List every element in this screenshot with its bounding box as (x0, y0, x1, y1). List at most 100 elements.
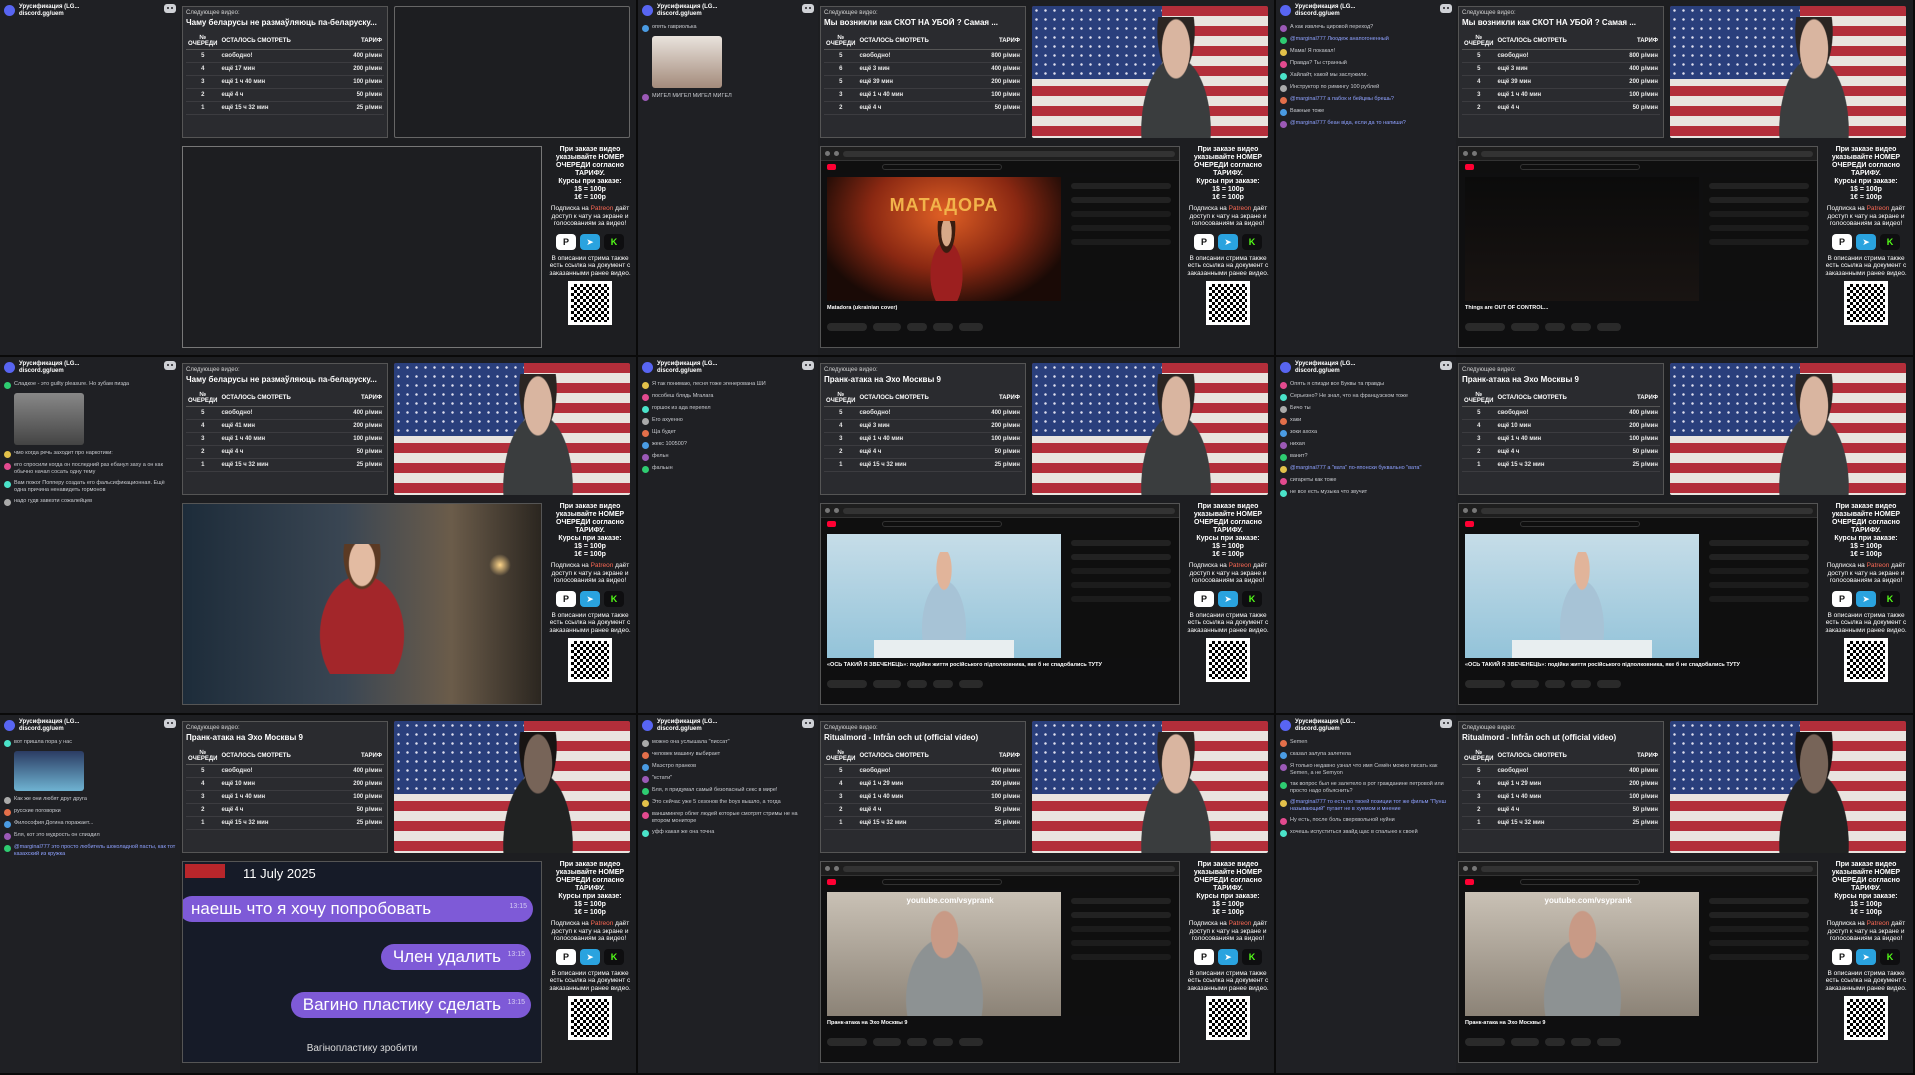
kick-icon[interactable]: K (1242, 948, 1262, 965)
queue-cell: 3 (1462, 432, 1496, 446)
address-bar[interactable] (1481, 865, 1813, 872)
chat-message: сказал залупа залетела (1280, 751, 1452, 759)
address-bar[interactable] (1481, 507, 1813, 514)
qr-code[interactable] (568, 996, 612, 1040)
action-button[interactable] (1597, 323, 1621, 331)
qr-code[interactable] (1206, 638, 1250, 682)
action-button[interactable] (827, 323, 867, 331)
patreon-icon[interactable]: P (556, 233, 576, 250)
address-bar[interactable] (843, 507, 1175, 514)
kick-icon[interactable]: K (1880, 233, 1900, 250)
kick-icon[interactable]: K (604, 948, 624, 965)
qr-code[interactable] (1844, 281, 1888, 325)
telegram-icon[interactable]: ➤ (1856, 590, 1876, 607)
action-button[interactable] (1465, 1038, 1505, 1046)
video-player[interactable] (1465, 534, 1699, 658)
youtube-search-input[interactable] (1520, 879, 1640, 885)
telegram-icon[interactable]: ➤ (580, 233, 600, 250)
action-button[interactable] (1597, 680, 1621, 688)
qr-code[interactable] (568, 281, 612, 325)
action-button[interactable] (907, 680, 927, 688)
video-player[interactable]: youtube.com/vsyprank (1465, 892, 1699, 1016)
address-bar[interactable] (843, 865, 1175, 872)
action-button[interactable] (1545, 1038, 1565, 1046)
action-button[interactable] (1597, 1038, 1621, 1046)
patreon-icon[interactable]: P (1194, 948, 1214, 965)
action-button[interactable] (1571, 323, 1591, 331)
chat-message-text: Я только недавно узнал что имя Семён мож… (1290, 763, 1438, 776)
qr-code[interactable] (1206, 996, 1250, 1040)
action-button[interactable] (1545, 680, 1565, 688)
user-avatar (1280, 818, 1287, 825)
queue-cell: свободно! (857, 764, 972, 778)
patreon-icon[interactable]: P (556, 590, 576, 607)
video-player[interactable]: youtube.com/vsyprank (827, 892, 1061, 1016)
kick-icon[interactable]: K (1242, 233, 1262, 250)
subscription-note: Подписка на Patreon даёт доступ к чату н… (1822, 205, 1910, 228)
qr-code[interactable] (1844, 638, 1888, 682)
patreon-icon[interactable]: P (1194, 233, 1214, 250)
action-button[interactable] (1571, 1038, 1591, 1046)
youtube-search-input[interactable] (882, 879, 1002, 885)
telegram-icon[interactable]: ➤ (580, 948, 600, 965)
youtube-search-input[interactable] (882, 164, 1002, 170)
action-button[interactable] (1511, 1038, 1539, 1046)
action-button[interactable] (873, 323, 901, 331)
video-person (1523, 906, 1641, 1016)
action-button[interactable] (827, 1038, 867, 1046)
patreon-icon[interactable]: P (1832, 948, 1852, 965)
chat-message: человек машину выбирает (642, 751, 814, 759)
action-button[interactable] (959, 323, 983, 331)
queue-header-row: № ОЧЕРЕДИ ОСТАЛОСЬ СМОТРЕТЬ ТАРИФ (186, 33, 384, 50)
patreon-icon[interactable]: P (1194, 590, 1214, 607)
streamer (1121, 373, 1231, 495)
qr-code[interactable] (1844, 996, 1888, 1040)
youtube-search-input[interactable] (1520, 164, 1640, 170)
qr-code[interactable] (568, 638, 612, 682)
stream-tile: Урусификация (LG... discord.gg/uem Semen ск… (1276, 715, 1915, 1075)
kick-icon[interactable]: K (1880, 590, 1900, 607)
action-button[interactable] (1571, 680, 1591, 688)
action-button[interactable] (1465, 323, 1505, 331)
telegram-icon[interactable]: ➤ (580, 590, 600, 607)
action-button[interactable] (959, 1038, 983, 1046)
video-player[interactable]: МАТАДОРА (827, 177, 1061, 301)
telegram-icon[interactable]: ➤ (1218, 233, 1238, 250)
telegram-icon[interactable]: ➤ (1218, 948, 1238, 965)
action-button[interactable] (827, 680, 867, 688)
action-button[interactable] (933, 680, 953, 688)
queue-cell: 3 (1462, 88, 1496, 102)
action-button[interactable] (933, 323, 953, 331)
discord-icon (1440, 361, 1452, 370)
video-player[interactable] (1465, 177, 1699, 301)
action-button[interactable] (907, 1038, 927, 1046)
action-button[interactable] (907, 323, 927, 331)
action-button[interactable] (933, 1038, 953, 1046)
kick-icon[interactable]: K (604, 233, 624, 250)
action-button[interactable] (873, 680, 901, 688)
action-button[interactable] (873, 1038, 901, 1046)
patreon-icon[interactable]: P (556, 948, 576, 965)
patreon-icon[interactable]: P (1832, 233, 1852, 250)
kick-icon[interactable]: K (1242, 590, 1262, 607)
video-player[interactable] (827, 534, 1061, 658)
action-button[interactable] (1511, 680, 1539, 688)
telegram-icon[interactable]: ➤ (1218, 590, 1238, 607)
qr-code[interactable] (1206, 281, 1250, 325)
kick-icon[interactable]: K (604, 590, 624, 607)
youtube-search-input[interactable] (882, 521, 1002, 527)
address-bar[interactable] (843, 150, 1175, 157)
action-button[interactable] (959, 680, 983, 688)
user-avatar (1280, 25, 1287, 32)
youtube-search-input[interactable] (1520, 521, 1640, 527)
telegram-icon[interactable]: ➤ (1856, 948, 1876, 965)
action-button[interactable] (1465, 680, 1505, 688)
patreon-icon[interactable]: P (1832, 590, 1852, 607)
action-button[interactable] (1545, 323, 1565, 331)
kick-icon[interactable]: K (1880, 948, 1900, 965)
action-button[interactable] (1511, 323, 1539, 331)
queue-table: № ОЧЕРЕДИ ОСТАЛОСЬ СМОТРЕТЬ ТАРИФ 5 свободно… (186, 748, 384, 830)
telegram-icon[interactable]: ➤ (1856, 233, 1876, 250)
chat-message-text: чмо когда речь заходит про наркотики: (14, 450, 113, 456)
address-bar[interactable] (1481, 150, 1813, 157)
